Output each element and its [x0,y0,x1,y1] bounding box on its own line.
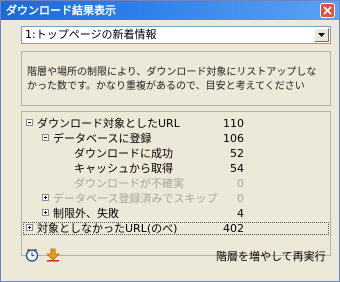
page-select-value: 1:トップページの新着情報 [25,28,157,41]
tree-row-label: データベース登録済みでスキップ [53,192,218,205]
title-bar[interactable]: ダウンロード結果表示 [1,1,339,20]
tree-row-download-success[interactable]: ダウンロードに成功 52 [22,147,330,160]
expand-toggle-icon[interactable] [42,194,49,201]
tree-row-download-uncertain[interactable]: ダウンロードが不確実 0 [22,177,330,190]
tree-row-value: 0 [237,192,244,205]
tree-row-download-target[interactable]: ダウンロード対象としたURL 110 [22,117,330,130]
download-icon[interactable] [46,248,60,262]
tree-row-not-targeted[interactable]: 対象としなかったURL(のべ) 402 [23,222,329,235]
download-result-window: ダウンロード結果表示 1:トップページの新着情報 階層や場所の制限により、ダウン… [0,0,340,282]
window-title: ダウンロード結果表示 [6,4,116,17]
tree-row-label: 対象としなかったURL(のべ) [37,222,178,235]
tree-row-value: 52 [230,147,244,160]
tree-row-value: 4 [237,207,244,220]
result-tree: ダウンロード対象としたURL 110 データベースに登録 106 ダウンロードに… [21,111,331,256]
tree-row-value: 106 [223,132,244,145]
tree-row-db-skipped[interactable]: データベース登録済みでスキップ 0 [22,192,330,205]
info-panel: 階層や場所の制限により、ダウンロード対象にリストアップしなかった数です。かなり重… [21,51,331,106]
info-text: 階層や場所の制限により、ダウンロード対象にリストアップしなかった数です。かなり重… [27,67,317,92]
tree-row-db-registered[interactable]: データベースに登録 106 [22,132,330,145]
dropdown-arrow-button[interactable] [314,28,329,42]
tree-row-label: ダウンロードに成功 [74,147,173,160]
tree-row-label: キャッシュから取得 [74,162,173,175]
tree-row-value: 54 [230,162,244,175]
tree-row-value: 110 [223,117,244,130]
close-icon [323,6,332,15]
clock-icon[interactable] [25,248,39,262]
tree-row-value: 402 [223,222,244,235]
tree-row-value: 0 [237,177,244,190]
rerun-button[interactable]: 階層を増やして再実行 [216,250,326,264]
tree-row-from-cache[interactable]: キャッシュから取得 54 [22,162,330,175]
tree-row-label: データベースに登録 [53,132,152,145]
page-select[interactable]: 1:トップページの新着情報 [21,26,331,44]
collapse-toggle-icon[interactable] [26,119,33,126]
tree-row-label: 制限外、失敗 [53,207,119,220]
tree-row-restricted-failed[interactable]: 制限外、失敗 4 [22,207,330,220]
chevron-down-icon [318,33,325,37]
tree-row-label: ダウンロードが不確実 [74,177,184,190]
collapse-toggle-icon[interactable] [42,134,49,141]
close-button[interactable] [320,3,335,18]
tree-row-label: ダウンロード対象としたURL [37,117,180,130]
expand-toggle-icon[interactable] [42,209,49,216]
expand-toggle-icon[interactable] [26,224,33,231]
